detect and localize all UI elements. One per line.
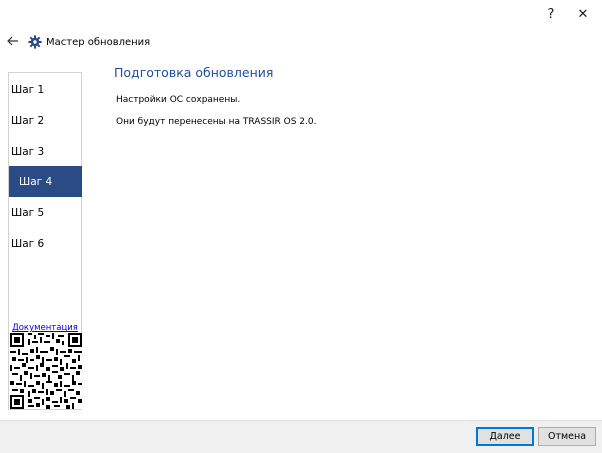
wizard-title: Мастер обновления — [46, 36, 151, 48]
help-button[interactable]: ? — [536, 0, 566, 28]
step-2[interactable]: Шаг 2 — [9, 105, 82, 136]
settings-saved-text: Настройки ОС сохранены. — [116, 95, 241, 105]
step-4-active[interactable]: Шаг 4 — [9, 166, 82, 197]
wizard-header: Мастер обновления — [28, 34, 150, 50]
close-icon: ✕ — [577, 6, 589, 22]
back-arrow-icon — [7, 36, 18, 46]
close-button[interactable]: ✕ — [568, 0, 598, 28]
next-button[interactable]: Далее — [476, 427, 534, 446]
step-3[interactable]: Шаг 3 — [9, 136, 82, 167]
title-bar: ? ✕ — [0, 0, 602, 28]
cancel-button[interactable]: Отмена — [538, 427, 596, 446]
qr-code-image — [10, 333, 82, 409]
step-1[interactable]: Шаг 1 — [9, 74, 82, 105]
step-6[interactable]: Шаг 6 — [9, 228, 82, 259]
step-5[interactable]: Шаг 5 — [9, 197, 82, 228]
gear-icon — [28, 35, 42, 49]
page-heading: Подготовка обновления — [114, 65, 274, 80]
back-button[interactable] — [4, 33, 22, 49]
documentation-link[interactable]: Документация — [8, 323, 82, 333]
transfer-info-text: Они будут перенесены на TRASSIR OS 2.0. — [116, 117, 317, 127]
help-icon: ? — [547, 6, 555, 22]
